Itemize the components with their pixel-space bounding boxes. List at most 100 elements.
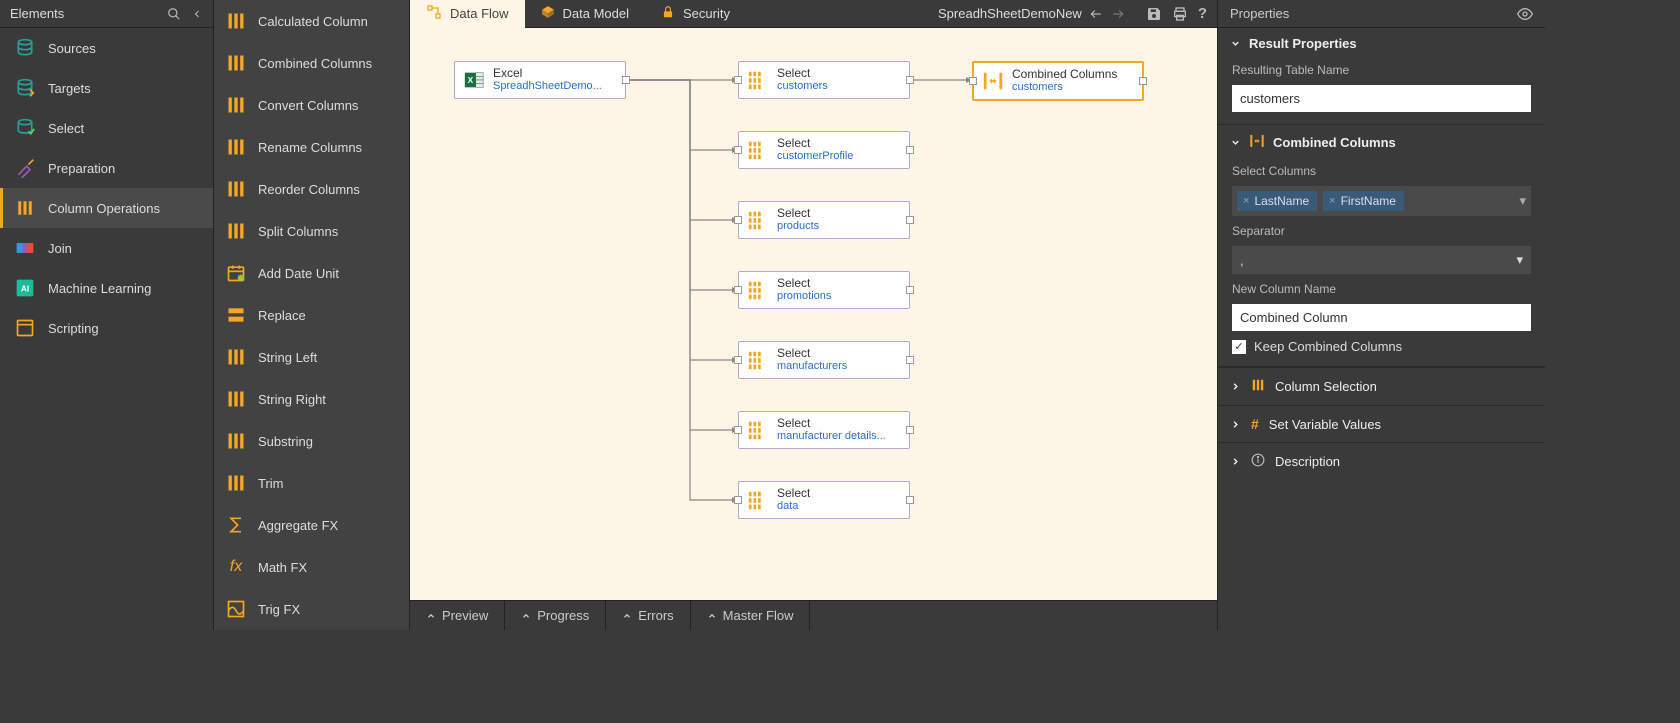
operation-rename-columns[interactable]: Rename Columns: [214, 126, 409, 168]
input-port[interactable]: [734, 146, 742, 154]
input-port[interactable]: [969, 77, 977, 85]
ml-icon: AI: [14, 277, 36, 299]
node-select-promotions[interactable]: Selectpromotions: [738, 271, 910, 309]
tab-data-model[interactable]: Data Model: [525, 0, 645, 28]
flow-canvas[interactable]: X Excel SpreadhSheetDemo... Selectcustom…: [410, 28, 1217, 600]
node-select-manufacturerdetails[interactable]: Selectmanufacturer details...: [738, 411, 910, 449]
input-port[interactable]: [734, 496, 742, 504]
eye-icon[interactable]: [1517, 6, 1533, 22]
remove-tag-icon[interactable]: ×: [1329, 195, 1335, 207]
op-icon: +: [224, 261, 248, 285]
operation-calculated-column[interactable]: Calculated Column: [214, 0, 409, 42]
category-scripting[interactable]: Scripting: [0, 308, 213, 348]
resulting-table-input[interactable]: [1232, 85, 1531, 112]
select-columns-input[interactable]: ×LastName ×FirstName ▾: [1232, 186, 1531, 216]
remove-tag-icon[interactable]: ×: [1243, 195, 1249, 207]
print-icon[interactable]: [1172, 6, 1188, 22]
operation-string-left[interactable]: String Left: [214, 336, 409, 378]
collapse-left-icon[interactable]: [191, 8, 203, 20]
keep-columns-checkbox[interactable]: ✓: [1232, 340, 1246, 354]
elements-title: Elements: [10, 6, 64, 21]
node-subtitle: promotions: [777, 290, 831, 303]
bottom-tab-errors[interactable]: Errors: [606, 601, 690, 630]
lock-icon: [661, 5, 675, 22]
output-port[interactable]: [906, 146, 914, 154]
output-port[interactable]: [1139, 77, 1147, 85]
tag-lastname[interactable]: ×LastName: [1237, 191, 1317, 211]
op-icon: fx: [224, 555, 248, 579]
input-port[interactable]: [734, 286, 742, 294]
output-port[interactable]: [906, 496, 914, 504]
output-port[interactable]: [906, 286, 914, 294]
category-select[interactable]: Select: [0, 108, 213, 148]
op-icon: [224, 219, 248, 243]
node-select-customerprofile[interactable]: SelectcustomerProfile: [738, 131, 910, 169]
input-port[interactable]: [734, 216, 742, 224]
output-port[interactable]: [906, 216, 914, 224]
op-icon: [224, 135, 248, 159]
category-column-operations[interactable]: Column Operations: [0, 188, 213, 228]
section-combined-columns[interactable]: Combined Columns: [1218, 125, 1545, 160]
input-port[interactable]: [734, 426, 742, 434]
category-machine-learning[interactable]: AIMachine Learning: [0, 268, 213, 308]
help-icon[interactable]: ?: [1198, 5, 1207, 22]
select-node-icon: [745, 417, 771, 443]
operation-trig-fx[interactable]: Trig FX: [214, 588, 409, 630]
node-subtitle: manufacturer details...: [777, 430, 886, 443]
op-icon: [224, 93, 248, 117]
operation-split-columns[interactable]: Split Columns: [214, 210, 409, 252]
operation-combined-columns[interactable]: Combined Columns: [214, 42, 409, 84]
node-select-customers[interactable]: Selectcustomers: [738, 61, 910, 99]
category-label: Select: [48, 121, 84, 136]
separator-select[interactable]: , ▾: [1232, 246, 1531, 274]
output-port[interactable]: [906, 426, 914, 434]
section-result-properties[interactable]: Result Properties: [1218, 28, 1545, 59]
output-port[interactable]: [906, 76, 914, 84]
bottom-tab-progress[interactable]: Progress: [505, 601, 606, 630]
category-targets[interactable]: Targets: [0, 68, 213, 108]
category-sources[interactable]: Sources: [0, 28, 213, 68]
node-excel[interactable]: X Excel SpreadhSheetDemo...: [454, 61, 626, 99]
chevron-right-icon: [1230, 381, 1241, 392]
output-port[interactable]: [622, 76, 630, 84]
operation-replace[interactable]: Replace: [214, 294, 409, 336]
operation-reorder-columns[interactable]: Reorder Columns: [214, 168, 409, 210]
search-icon[interactable]: [167, 7, 181, 21]
nav-forward-icon[interactable]: [1110, 7, 1126, 21]
save-icon[interactable]: [1146, 6, 1162, 22]
bottom-tab-preview[interactable]: Preview: [410, 601, 505, 630]
op-icon: [224, 345, 248, 369]
operation-math-fx[interactable]: fxMath FX: [214, 546, 409, 588]
input-port[interactable]: [734, 356, 742, 364]
operation-add-date-unit[interactable]: +Add Date Unit: [214, 252, 409, 294]
node-select-products[interactable]: Selectproducts: [738, 201, 910, 239]
category-join[interactable]: Join: [0, 228, 213, 268]
category-preparation[interactable]: Preparation: [0, 148, 213, 188]
section-description[interactable]: Description: [1218, 442, 1545, 480]
separator-label: Separator: [1232, 224, 1531, 238]
section-set-variable-values[interactable]: # Set Variable Values: [1218, 405, 1545, 442]
tab-security[interactable]: Security: [645, 0, 746, 28]
operation-convert-columns[interactable]: Convert Columns: [214, 84, 409, 126]
select-node-icon: [745, 137, 771, 163]
operation-string-right[interactable]: String Right: [214, 378, 409, 420]
op-label: Trim: [258, 476, 284, 491]
operation-trim[interactable]: Trim: [214, 462, 409, 504]
tab-data-flow[interactable]: Data Flow: [410, 0, 525, 28]
node-combined-columns[interactable]: Combined Columns customers: [972, 61, 1144, 101]
nav-back-icon[interactable]: [1088, 7, 1104, 21]
node-select-manufacturers[interactable]: Selectmanufacturers: [738, 341, 910, 379]
tag-firstname[interactable]: ×FirstName: [1323, 191, 1404, 211]
section-column-selection[interactable]: Column Selection: [1218, 367, 1545, 405]
input-port[interactable]: [734, 76, 742, 84]
chevron-right-icon: [1230, 419, 1241, 430]
new-column-input[interactable]: [1232, 304, 1531, 331]
dropdown-caret-icon[interactable]: ▾: [1519, 193, 1526, 209]
operation-aggregate-fx[interactable]: Aggregate FX: [214, 504, 409, 546]
operation-substring[interactable]: Substring: [214, 420, 409, 462]
node-select-data[interactable]: Selectdata: [738, 481, 910, 519]
output-port[interactable]: [906, 356, 914, 364]
op-icon: [224, 471, 248, 495]
bottom-tab-master-flow[interactable]: Master Flow: [691, 601, 811, 630]
op-icon: [224, 387, 248, 411]
